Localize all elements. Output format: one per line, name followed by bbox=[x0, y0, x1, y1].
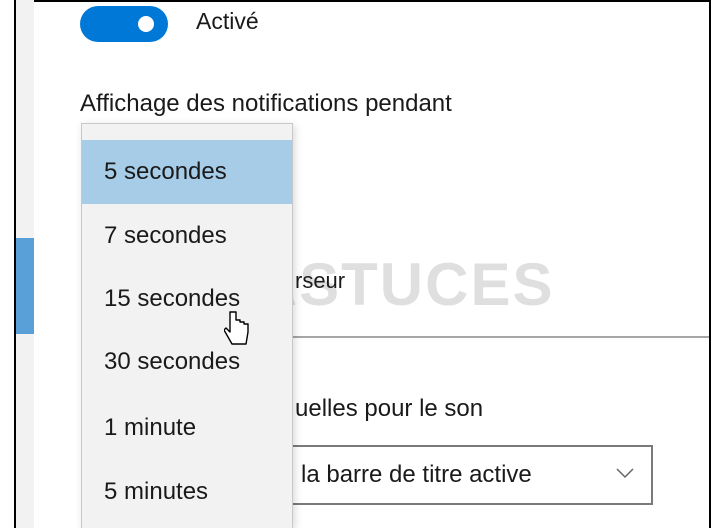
option-5-seconds[interactable]: 5 secondes bbox=[82, 140, 292, 204]
toggle-state-label: Activé bbox=[196, 8, 259, 34]
window-border-top bbox=[0, 0, 711, 2]
section-divider bbox=[293, 336, 709, 338]
option-5-minutes[interactable]: 5 minutes bbox=[82, 460, 292, 524]
notification-duration-dropdown[interactable]: 5 secondes 7 secondes 15 secondes 30 sec… bbox=[81, 123, 293, 528]
visual-alert-select[interactable]: la barre de titre active bbox=[281, 445, 653, 505]
option-15-seconds[interactable]: 15 secondes bbox=[82, 267, 292, 331]
visual-sound-label-fragment: uelles pour le son bbox=[295, 395, 484, 422]
visual-alert-select-value: la barre de titre active bbox=[301, 461, 532, 488]
option-7-seconds[interactable]: 7 secondes bbox=[82, 204, 292, 268]
chevron-down-icon bbox=[616, 468, 634, 479]
sidebar-selected-indicator bbox=[16, 238, 34, 334]
option-30-seconds[interactable]: 30 secondes bbox=[82, 330, 292, 394]
window-border-left bbox=[0, 0, 16, 528]
toggle-knob bbox=[138, 16, 154, 32]
cursor-section-label-fragment: rseur bbox=[295, 268, 346, 293]
option-1-minute[interactable]: 1 minute bbox=[82, 396, 292, 460]
notifications-toggle[interactable] bbox=[80, 6, 168, 42]
notification-duration-label: Affichage des notifications pendant bbox=[80, 90, 452, 117]
hand-cursor-icon bbox=[224, 311, 249, 345]
